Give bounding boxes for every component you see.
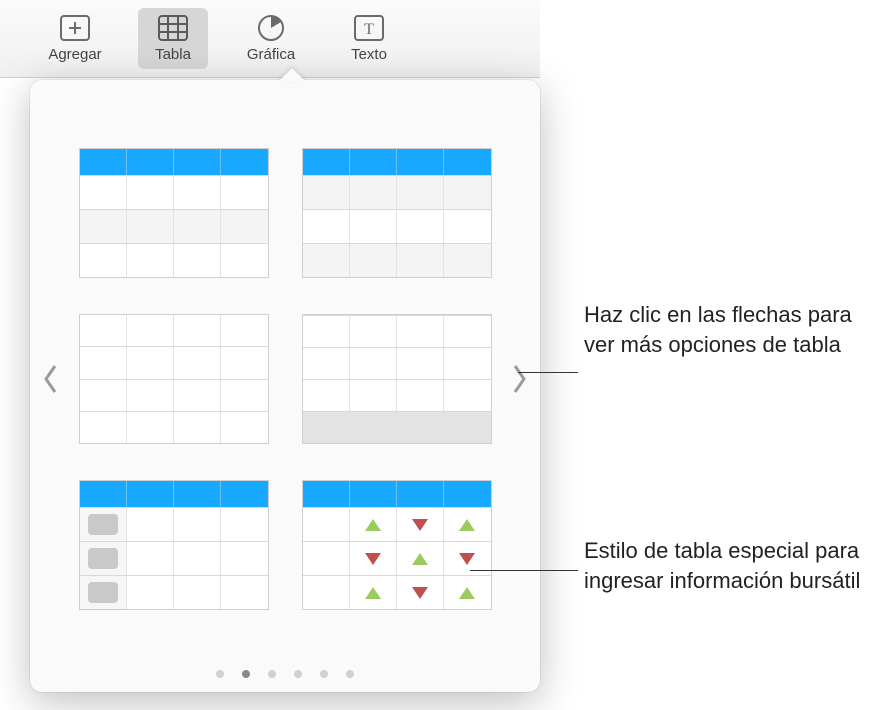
table-styles-grid [70, 144, 500, 614]
toolbar-label: Texto [351, 46, 387, 63]
toolbar-label: Tabla [155, 46, 191, 63]
callout-leader-line [518, 372, 578, 373]
add-icon [58, 14, 92, 42]
page-dot-2[interactable] [242, 670, 250, 678]
page-indicator [30, 670, 540, 678]
table-icon [156, 14, 190, 42]
callout-stock: Estilo de tabla especial para ingresar i… [584, 536, 884, 595]
page-dot-1[interactable] [216, 670, 224, 678]
up-triangle-icon [365, 519, 381, 531]
chevron-left-icon [43, 364, 57, 394]
next-page-button[interactable] [500, 364, 540, 394]
down-triangle-icon [412, 587, 428, 599]
callout-leader-line [470, 570, 578, 571]
page-dot-4[interactable] [294, 670, 302, 678]
previous-page-button[interactable] [30, 364, 70, 394]
table-style-stock[interactable] [302, 480, 492, 610]
up-triangle-icon [459, 519, 475, 531]
text-button[interactable]: T Texto [334, 8, 404, 69]
toolbar-label: Gráfica [247, 46, 295, 63]
toolbar: Agregar Tabla Gráfica T Texto [0, 0, 540, 78]
callout-arrows: Haz clic en las flechas para ver más opc… [584, 300, 884, 359]
add-button[interactable]: Agregar [40, 8, 110, 69]
table-style-plain[interactable] [79, 314, 269, 444]
page-dot-5[interactable] [320, 670, 328, 678]
table-button[interactable]: Tabla [138, 8, 208, 69]
up-triangle-icon [412, 553, 428, 565]
table-style-header-alt-2[interactable] [302, 148, 492, 278]
chevron-right-icon [513, 364, 527, 394]
table-style-popover [30, 80, 540, 692]
toolbar-label: Agregar [48, 46, 101, 63]
text-icon: T [352, 14, 386, 42]
chart-button[interactable]: Gráfica [236, 8, 306, 69]
table-style-footer[interactable] [302, 314, 492, 444]
table-style-header-alt-1[interactable] [79, 148, 269, 278]
chart-icon [254, 14, 288, 42]
up-triangle-icon [459, 587, 475, 599]
page-dot-3[interactable] [268, 670, 276, 678]
page-dot-6[interactable] [346, 670, 354, 678]
down-triangle-icon [412, 519, 428, 531]
down-triangle-icon [365, 553, 381, 565]
table-style-row-headers[interactable] [79, 480, 269, 610]
down-triangle-icon [459, 553, 475, 565]
up-triangle-icon [365, 587, 381, 599]
svg-text:T: T [364, 21, 374, 38]
